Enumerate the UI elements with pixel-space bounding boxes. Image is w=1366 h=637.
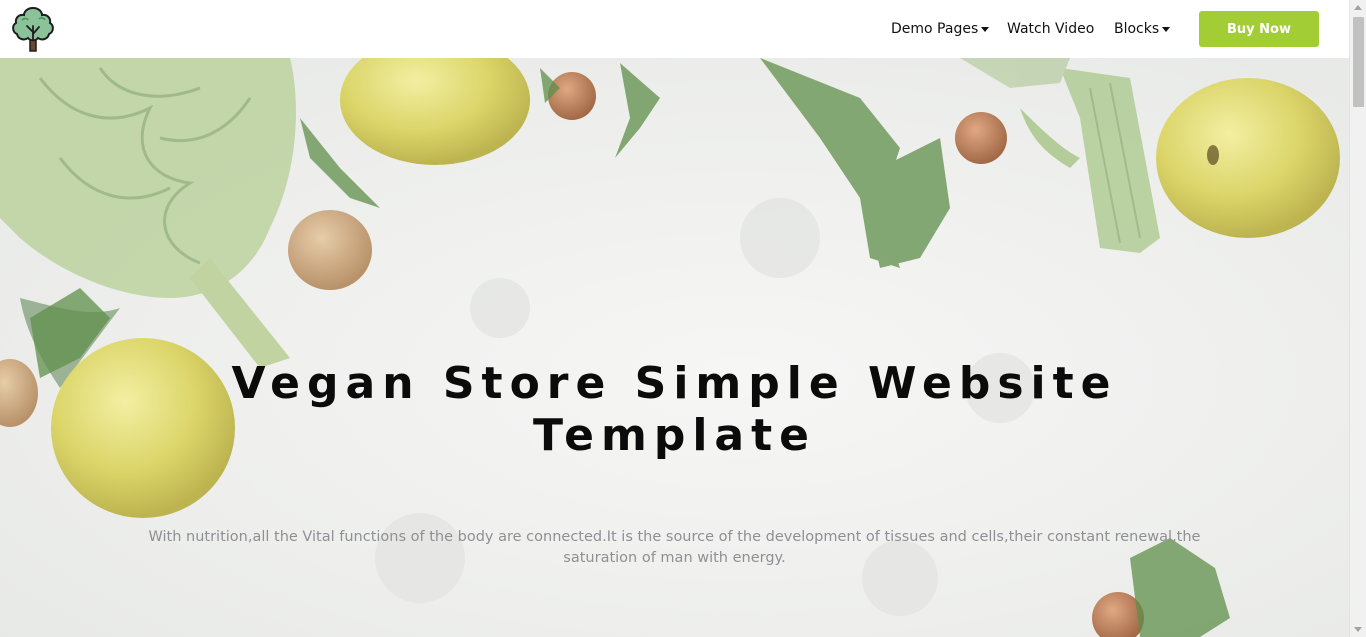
main-nav: Demo Pages: [891, 0, 990, 58]
scroll-down-arrow-icon[interactable]: [1354, 627, 1362, 632]
hazelnut-illustration: [548, 72, 596, 120]
hazelnut-illustration: [955, 112, 1007, 164]
nav-blocks[interactable]: Blocks: [1114, 21, 1171, 37]
buy-now-button[interactable]: Buy Now: [1199, 11, 1319, 47]
tree-logo-icon: [12, 6, 54, 52]
main-nav-blocks: Blocks: [1114, 0, 1171, 58]
hero-section: Vegan Store Simple Website Template With…: [0, 58, 1349, 637]
site-header: Demo Pages Watch Video Blocks Buy Now: [0, 0, 1349, 58]
nav-watch-video-label: Watch Video: [1007, 21, 1095, 37]
page-scrollbar[interactable]: [1349, 0, 1366, 637]
hero-description: With nutrition,all the Vital functions o…: [148, 529, 1201, 566]
nav-demo-pages[interactable]: Demo Pages: [891, 21, 990, 37]
pear-illustration: [1156, 78, 1340, 238]
nav-demo-pages-label: Demo Pages: [891, 21, 979, 37]
walnut-illustration: [288, 210, 372, 290]
main-nav-video: Watch Video: [1007, 0, 1094, 58]
nav-blocks-label: Blocks: [1114, 21, 1160, 37]
hero-title: Vegan Store Simple Website Template: [231, 358, 1118, 461]
scroll-up-arrow-icon[interactable]: [1354, 5, 1362, 10]
pear-illustration: [340, 58, 530, 165]
logo-link[interactable]: [8, 4, 58, 54]
caret-down-icon: [1162, 27, 1171, 32]
caret-down-icon: [981, 27, 990, 32]
nav-watch-video[interactable]: Watch Video: [1007, 21, 1094, 37]
page: Demo Pages Watch Video Blocks Buy Now Ve…: [0, 0, 1366, 637]
scrollbar-thumb[interactable]: [1353, 17, 1364, 107]
